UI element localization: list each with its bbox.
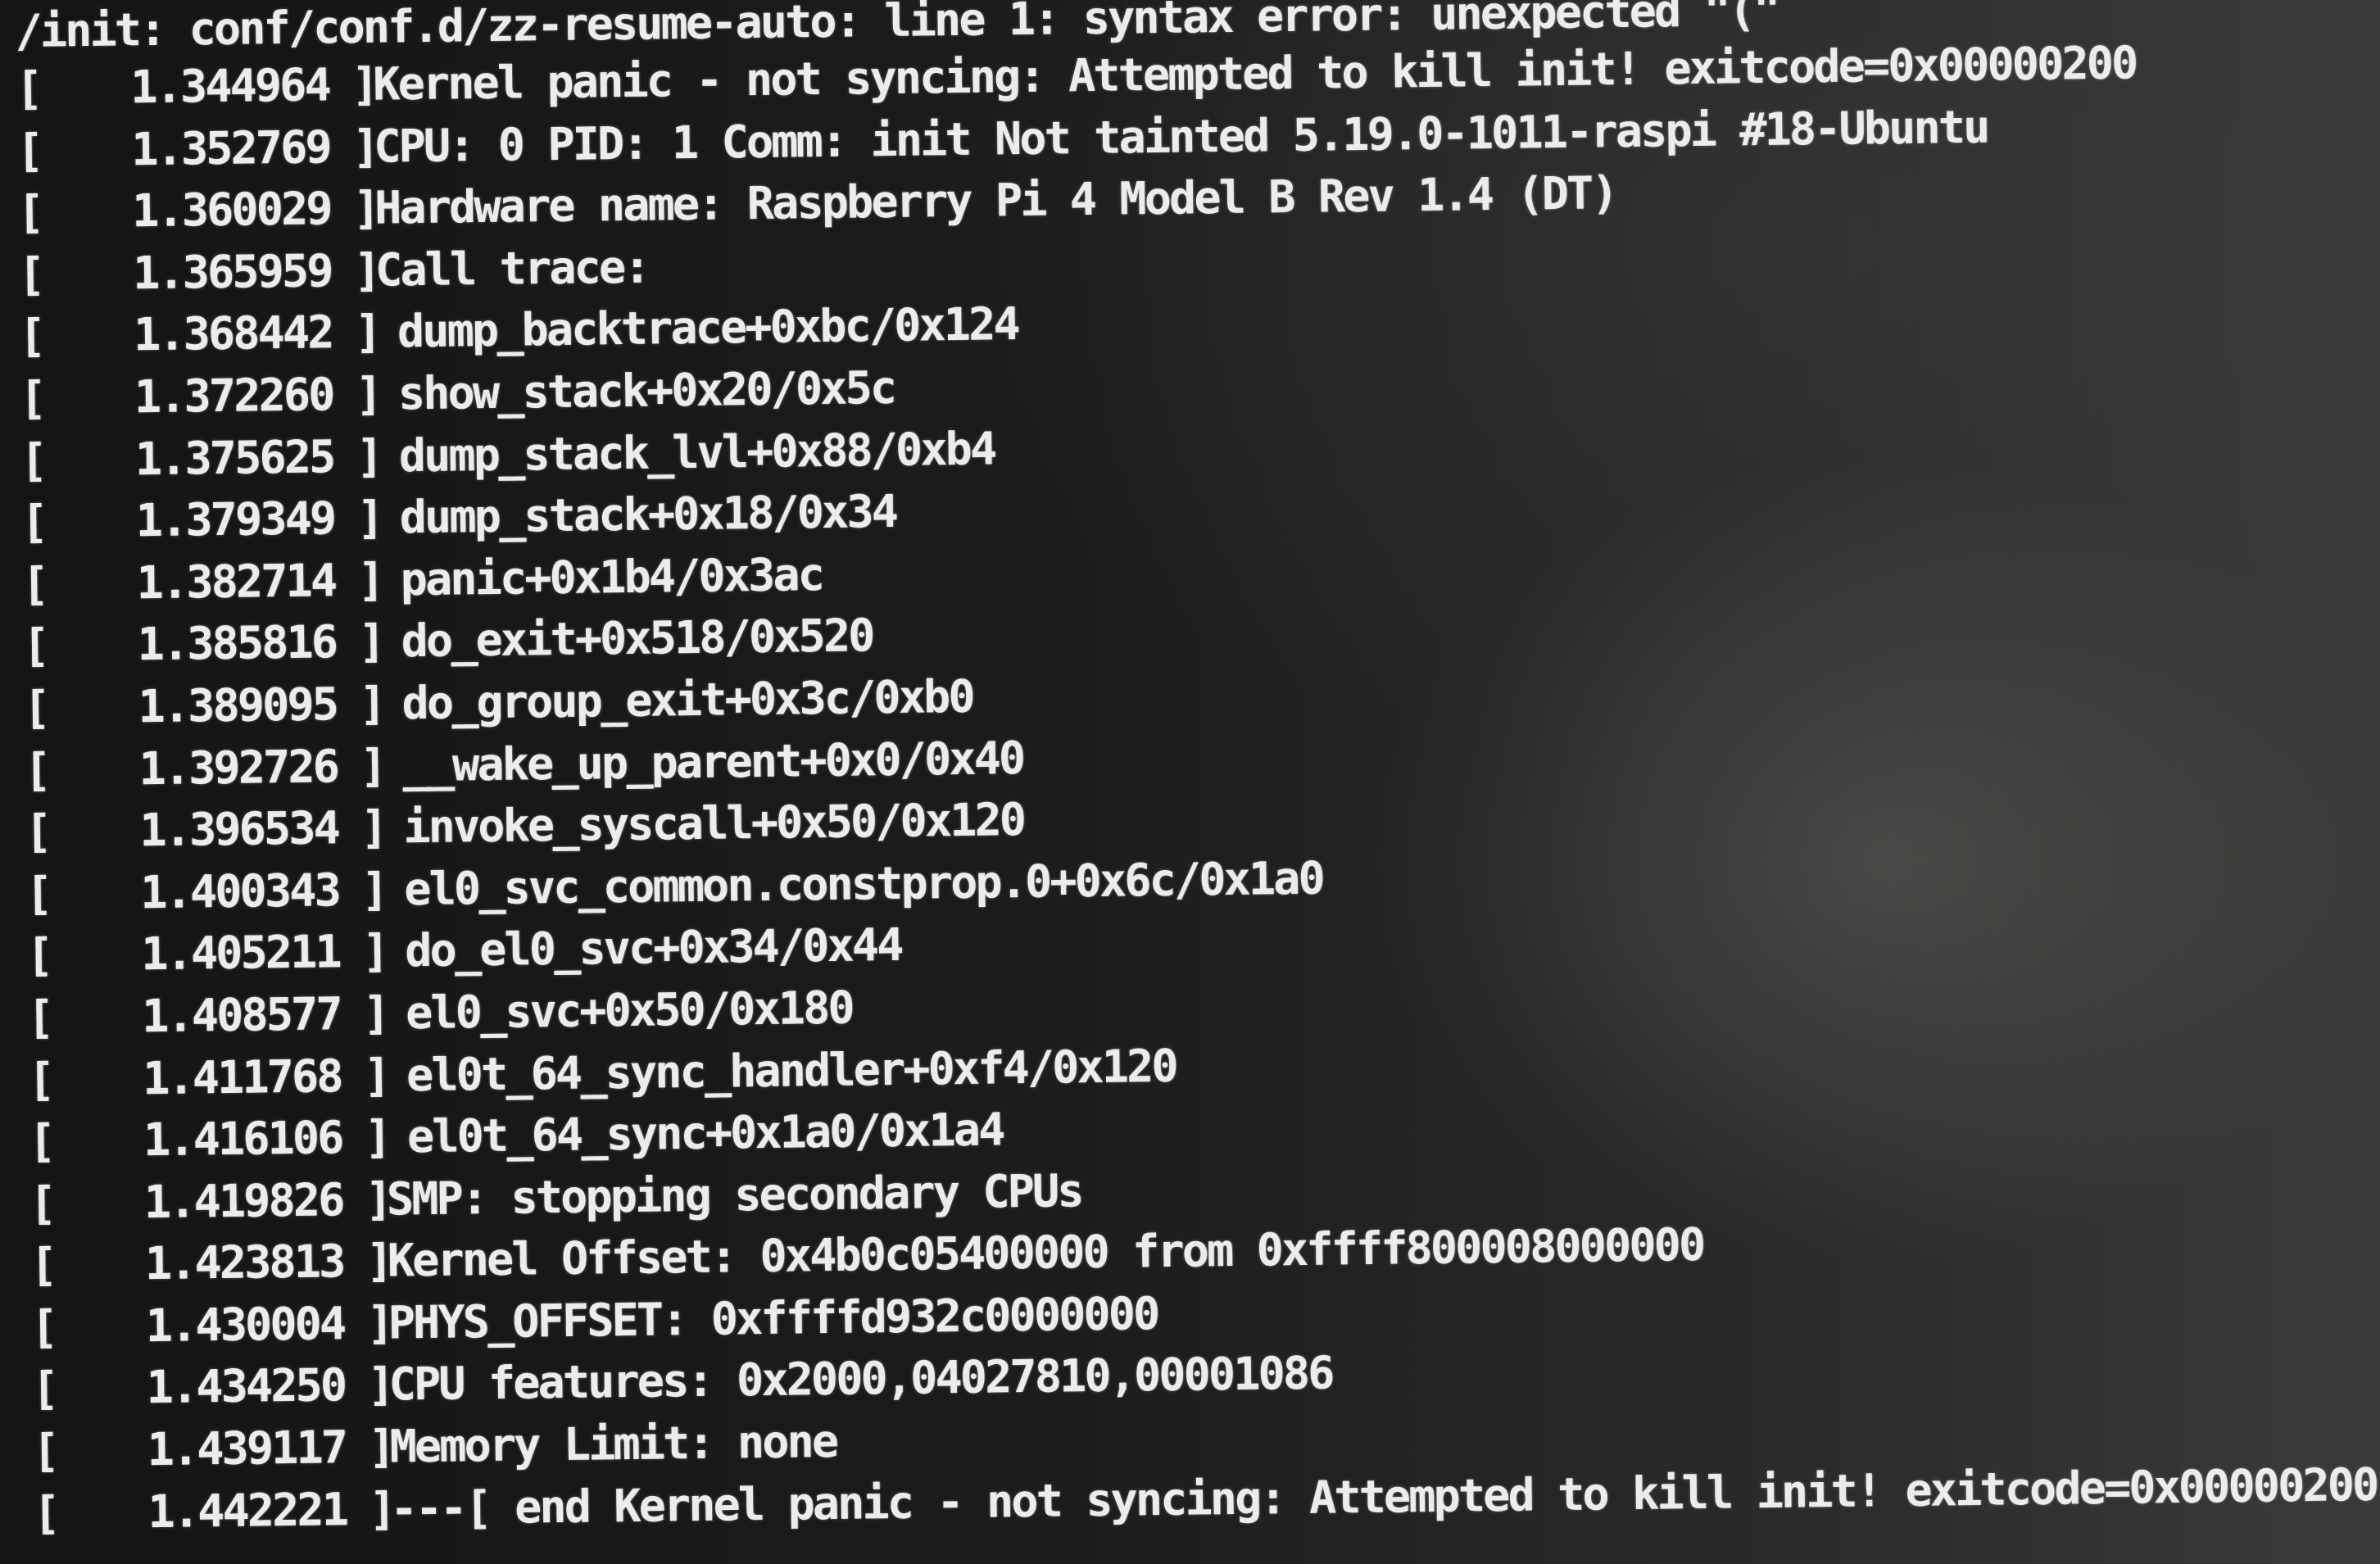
log-timestamp: 1.405211 — [140, 925, 341, 981]
log-bracket-close: ] — [363, 1049, 389, 1102]
log-bracket-close: ] — [351, 57, 378, 111]
log-timestamp: 1.344964 — [129, 58, 330, 114]
log-timestamp: 1.423813 — [144, 1235, 344, 1290]
log-bracket-close: ] — [367, 1358, 393, 1412]
log-bracket-close: ] — [362, 986, 388, 1040]
log-bracket-close: ] — [356, 429, 382, 483]
log-bracket-open: [ — [33, 1486, 59, 1539]
call-trace-frame: do_group_exit+0x3c/0xb0 — [401, 669, 974, 730]
call-trace-frame: show_stack+0x20/0x5c — [397, 360, 895, 420]
log-bracket-open: [ — [29, 1176, 55, 1230]
log-message: Memory Limit: none — [389, 1414, 837, 1473]
log-bracket-open: [ — [24, 743, 50, 796]
log-bracket-open: [ — [20, 495, 47, 549]
log-bracket-close: ] — [368, 1420, 394, 1473]
log-bracket-close: ] — [352, 181, 379, 235]
call-trace-frame: el0_svc+0x50/0x180 — [405, 981, 854, 1040]
log-timestamp: 1.360029 — [131, 182, 332, 238]
log-timestamp: 1.392726 — [138, 739, 338, 795]
log-timestamp: 1.368442 — [133, 306, 333, 361]
log-timestamp: 1.419826 — [143, 1172, 343, 1228]
log-bracket-close: ] — [361, 924, 388, 978]
log-timestamp: 1.439117 — [147, 1421, 347, 1476]
log-bracket-close: ] — [360, 863, 388, 916]
log-bracket-close: ] — [356, 491, 383, 545]
log-message: CPU features: 0x2000,04027810,00001086 — [388, 1346, 1333, 1412]
call-trace-frame: el0t_64_sync+0x1a0/0x1a4 — [406, 1103, 1004, 1163]
call-trace-frame: invoke_syscall+0x50/0x120 — [402, 793, 1025, 854]
log-timestamp: 1.442221 — [147, 1482, 347, 1538]
log-bracket-open: [ — [25, 928, 52, 982]
log-timestamp: 1.411768 — [142, 1049, 342, 1104]
log-timestamp: 1.416106 — [143, 1111, 342, 1167]
log-timestamp: 1.365959 — [132, 244, 332, 300]
log-bracket-open: [ — [31, 1362, 57, 1416]
log-bracket-close: ] — [359, 677, 385, 730]
log-bracket-open: [ — [18, 309, 44, 363]
log-bracket-open: [ — [15, 61, 42, 115]
log-bracket-close: ] — [351, 120, 378, 173]
log-bracket-open: [ — [27, 1053, 53, 1106]
log-timestamp: 1.408577 — [141, 987, 342, 1043]
log-bracket-close: ] — [354, 305, 380, 359]
log-bracket-open: [ — [29, 1238, 56, 1292]
log-bracket-open: [ — [25, 805, 51, 859]
log-bracket-open: [ — [21, 557, 48, 610]
log-message: SMP: stopping secondary CPUs — [386, 1163, 1083, 1226]
call-trace-frame: __wake_up_parent+0x0/0x40 — [402, 731, 1024, 791]
log-timestamp: 1.385816 — [137, 615, 337, 671]
call-trace-frame: dump_stack_lvl+0x88/0xb4 — [398, 421, 995, 482]
log-bracket-close: ] — [360, 739, 386, 792]
call-trace-frame: el0_svc_common.constprop.0+0x6c/0x1a0 — [403, 851, 1324, 915]
console-screen: /init: conf/conf.d/zz-resume-auto: line … — [0, 0, 2380, 1564]
log-timestamp: 1.372260 — [134, 368, 333, 424]
log-bracket-close: ] — [364, 1110, 390, 1163]
log-bracket-close: ] — [358, 614, 384, 669]
log-timestamp: 1.396534 — [139, 801, 339, 857]
log-bracket-close: ] — [365, 1172, 391, 1226]
log-bracket-close: ] — [353, 243, 379, 297]
log-message: PHYS_OFFSET: 0xffffd932c0000000 — [388, 1286, 1158, 1349]
log-timestamp: 1.352769 — [130, 120, 331, 175]
log-bracket-open: [ — [16, 185, 43, 239]
log-timestamp: 1.375625 — [134, 429, 334, 485]
log-timestamp: 1.382714 — [136, 554, 336, 609]
log-bracket-open: [ — [28, 1114, 54, 1167]
log-bracket-close: ] — [365, 1234, 392, 1288]
log-message: Call trace: — [374, 240, 649, 297]
kernel-panic-log: /init: conf/conf.d/zz-resume-auto: line … — [15, 0, 2380, 1564]
log-bracket-open: [ — [17, 247, 43, 301]
log-bracket-open: [ — [22, 619, 48, 673]
log-bracket-close: ] — [366, 1296, 392, 1349]
call-trace-frame: panic+0x1b4/0x3ac — [400, 547, 823, 606]
log-bracket-open: [ — [23, 681, 49, 734]
log-bracket-open: [ — [25, 867, 52, 920]
log-timestamp: 1.389095 — [138, 678, 338, 733]
log-bracket-close: ] — [357, 553, 383, 606]
log-timestamp: 1.434250 — [146, 1358, 346, 1414]
call-trace-frame: dump_stack+0x18/0x34 — [399, 485, 897, 544]
log-bracket-open: [ — [16, 124, 42, 177]
call-trace-frame: do_el0_svc+0x34/0x44 — [404, 918, 902, 977]
log-bracket-close: ] — [355, 367, 381, 420]
log-bracket-open: [ — [20, 433, 46, 487]
log-bracket-open: [ — [30, 1300, 57, 1353]
log-timestamp: 1.430004 — [145, 1297, 345, 1353]
log-bracket-open: [ — [19, 371, 45, 424]
call-trace-frame: do_exit+0x518/0x520 — [401, 609, 873, 668]
log-bracket-close: ] — [360, 800, 387, 855]
log-bracket-open: [ — [26, 991, 52, 1044]
call-trace-frame: dump_backtrace+0xbc/0x124 — [397, 297, 1019, 358]
log-bracket-close: ] — [369, 1482, 395, 1535]
log-timestamp: 1.379349 — [135, 492, 335, 547]
log-timestamp: 1.400343 — [139, 863, 340, 918]
log-bracket-open: [ — [32, 1424, 58, 1477]
call-trace-frame: el0t_64_sync_handler+0xf4/0x120 — [406, 1039, 1177, 1101]
